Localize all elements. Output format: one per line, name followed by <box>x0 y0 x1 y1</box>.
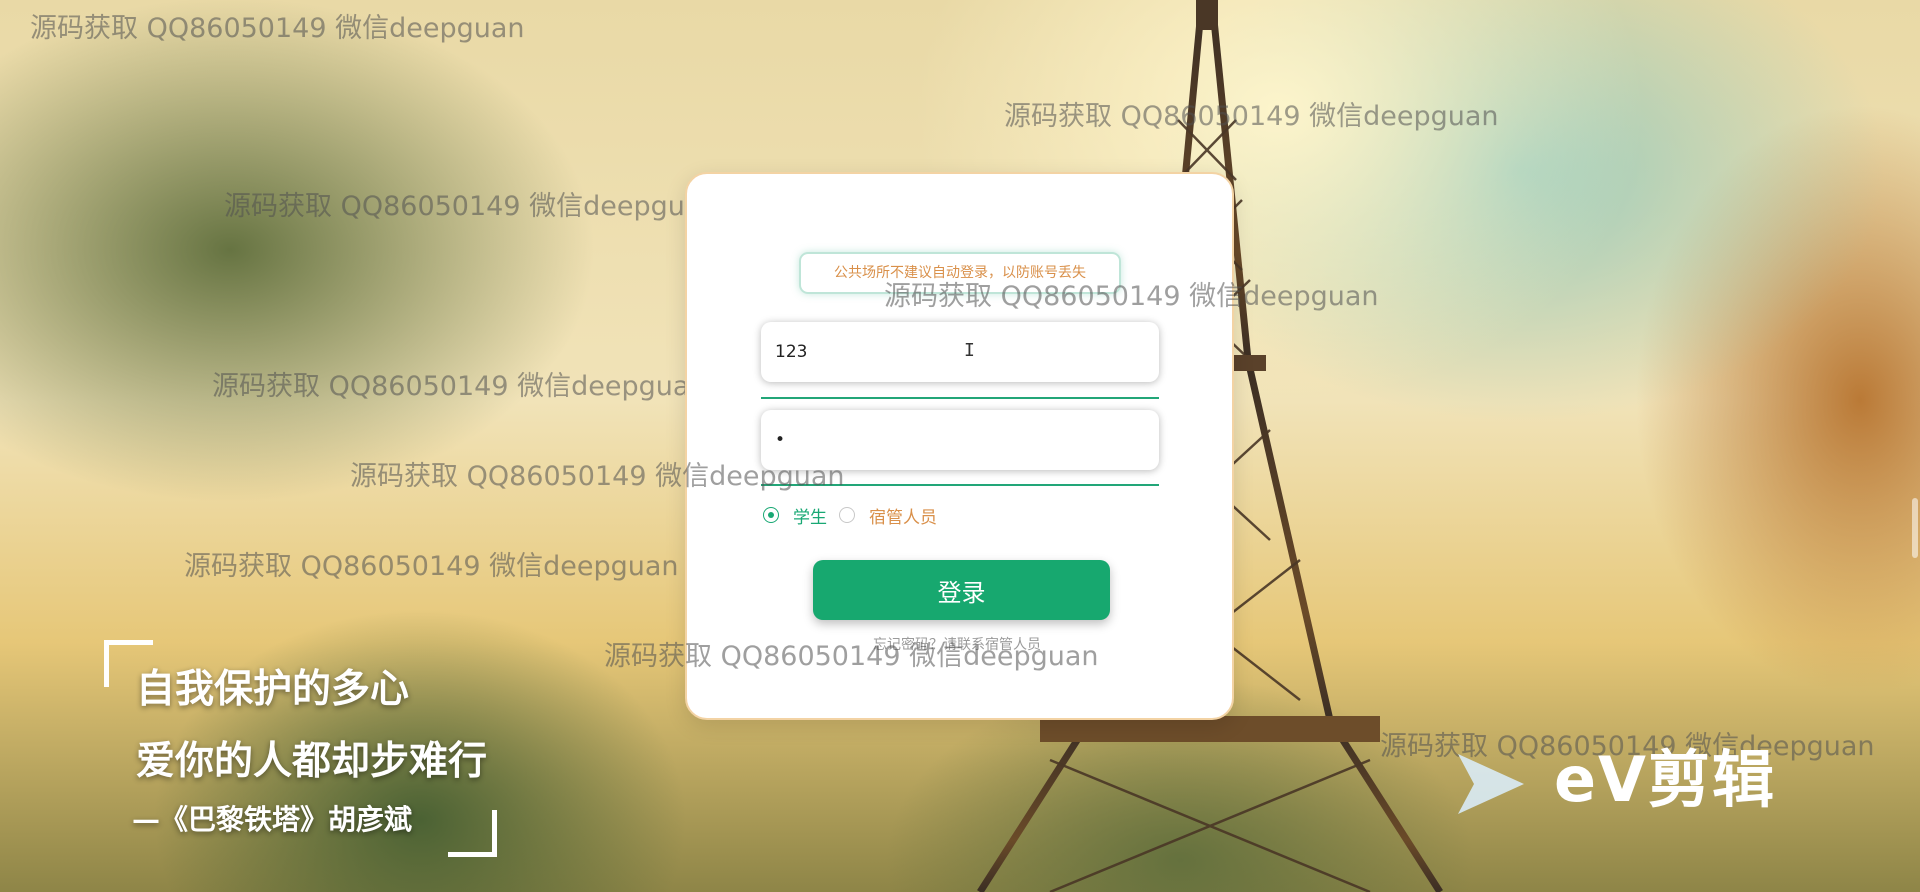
lyrics-overlay: 自我保护的多心 爱你的人都却步难行 —《巴黎铁塔》胡彦斌 <box>104 638 564 858</box>
radio-unchecked-icon[interactable] <box>839 507 855 523</box>
lyrics-credit: —《巴黎铁塔》胡彦斌 <box>132 803 413 836</box>
password-field-wrap <box>761 410 1159 470</box>
username-input[interactable] <box>761 322 1159 382</box>
role-option-dorm-admin[interactable]: 宿管人员 <box>839 503 937 528</box>
security-tip: 公共场所不建议自动登录，以防账号丢失 <box>799 252 1121 294</box>
password-input[interactable] <box>761 410 1159 470</box>
username-underline <box>761 397 1159 399</box>
login-card: 公共场所不建议自动登录，以防账号丢失 I 学生 宿管人员 登录 忘记密码？请联系… <box>685 172 1234 720</box>
role-label-student: 学生 <box>793 507 827 528</box>
role-option-student[interactable]: 学生 <box>763 503 827 528</box>
radio-checked-icon[interactable] <box>763 507 779 523</box>
logo-text: eV剪辑 <box>1554 743 1777 816</box>
role-radio-group: 学生 宿管人员 <box>763 503 949 528</box>
ev-editor-logo: eV剪辑 <box>1452 744 1832 824</box>
bracket-bottom-right <box>448 810 497 857</box>
lyrics-line-2: 爱你的人都却步难行 <box>136 738 488 784</box>
login-button[interactable]: 登录 <box>813 560 1110 620</box>
role-label-dorm-admin: 宿管人员 <box>869 507 937 528</box>
password-underline <box>761 484 1159 486</box>
play-icon <box>1458 754 1524 814</box>
scrollbar-thumb[interactable] <box>1912 498 1918 558</box>
lyrics-line-1: 自我保护的多心 <box>136 666 410 712</box>
help-note: 忘记密码？请联系宿管人员 <box>873 637 1041 653</box>
text-cursor-icon: I <box>964 340 975 361</box>
username-field-wrap: I <box>761 322 1159 382</box>
